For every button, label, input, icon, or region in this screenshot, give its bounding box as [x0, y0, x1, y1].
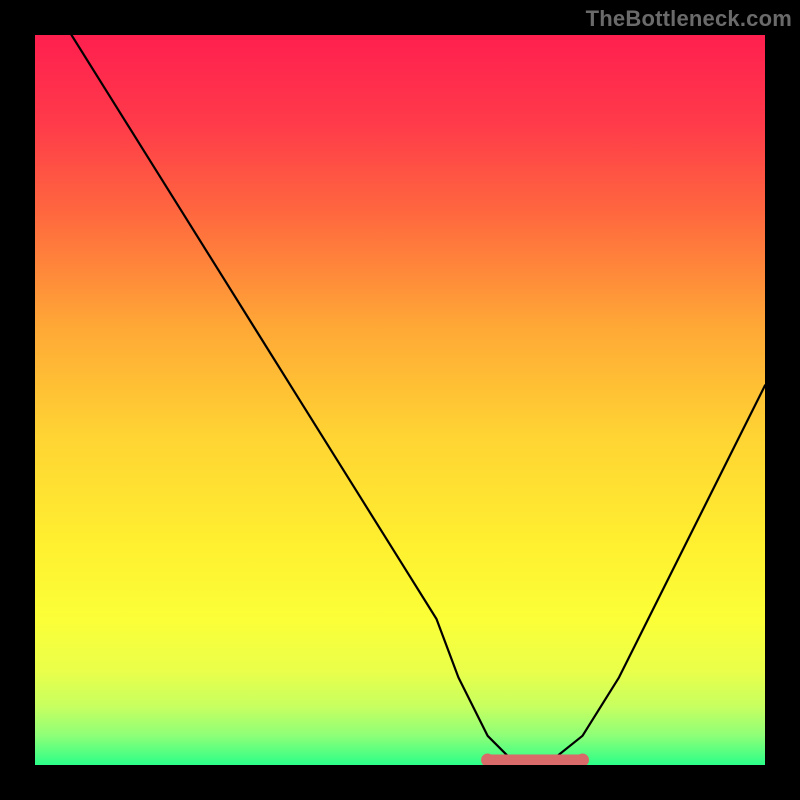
bottleneck-curve [72, 35, 766, 765]
plot-area [35, 35, 765, 765]
watermark-text: TheBottleneck.com [586, 6, 792, 32]
chart-frame: TheBottleneck.com [0, 0, 800, 800]
curve-layer [35, 35, 765, 765]
